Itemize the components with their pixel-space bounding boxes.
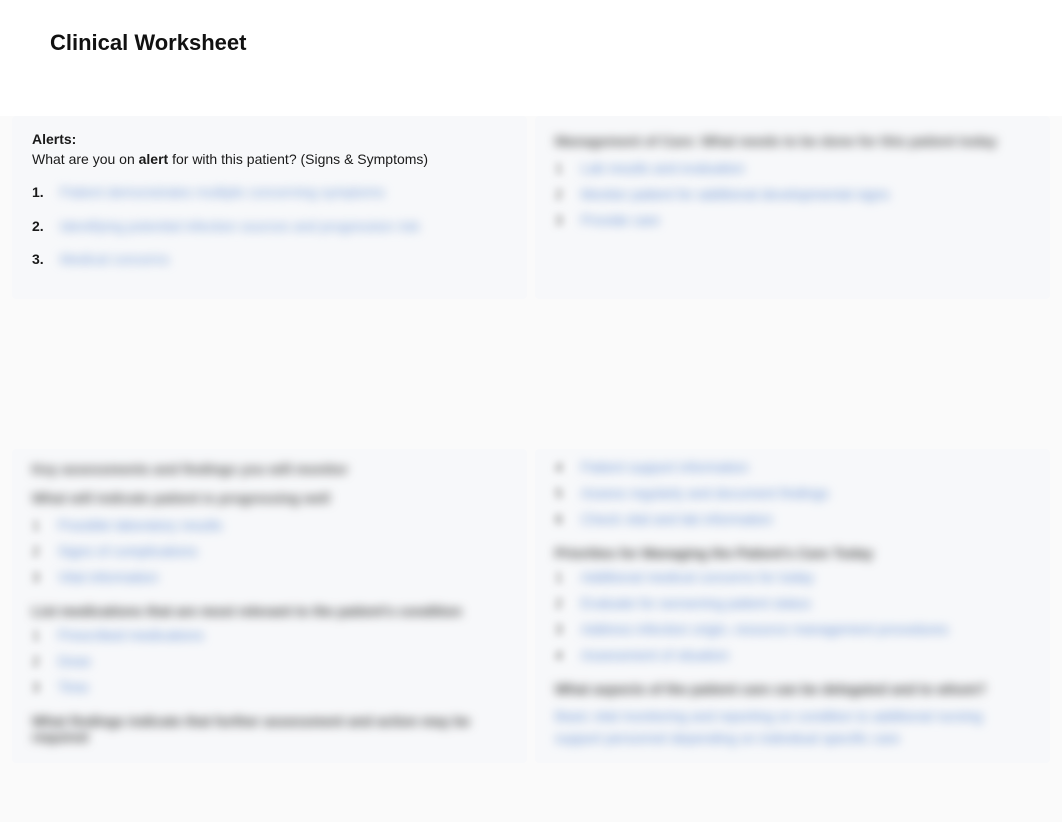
ll-heading3: What findings indicate that further asse… (32, 713, 507, 745)
ll-item2-2: 2 Dose (32, 653, 507, 669)
lower-left-column: Key assessments and findings you will mo… (12, 449, 527, 763)
mgmt-item-1: 1 Lab results and evaluation (555, 160, 1030, 176)
ll-item1-1: 1 Possible laboratory results (32, 517, 507, 533)
ll-item1-3: 3 Vital information (32, 569, 507, 585)
alert-num-1: 1. (32, 184, 50, 200)
lr-heading2: What aspects of the patient care can be … (555, 681, 1030, 697)
page-title: Clinical Worksheet (50, 30, 1012, 56)
lr-num1-2: 2 (555, 595, 569, 611)
ll-text2-3: Time (58, 679, 89, 695)
lr-text2: Basic vital monitoring and reporting on … (555, 705, 1030, 750)
lr-top-text-2: Assess regularly and document findings (581, 485, 828, 501)
alert-text-1: Patient demonstrates multiple concerning… (60, 183, 384, 203)
ll-text1-3: Vital information (58, 569, 158, 585)
mgmt-text-3: Provide care (581, 212, 660, 228)
ll-text1-2: Signs of complications (58, 543, 197, 559)
prompt-prefix: What are you on (32, 151, 135, 167)
lr-num1-3: 3 (555, 621, 569, 637)
alert-text-3: Medical concerns (60, 250, 169, 270)
lr-heading1: Priorities for Managing the Patient's Ca… (555, 545, 1030, 561)
alert-item-1: 1. Patient demonstrates multiple concern… (32, 183, 507, 203)
lr-item1-3: 3 Address infection origin, resource man… (555, 621, 1030, 637)
ll-text1-1: Possible laboratory results (58, 517, 222, 533)
ll-num1-3: 3 (32, 569, 46, 585)
ll-num2-3: 3 (32, 679, 46, 695)
ll-num1-2: 2 (32, 543, 46, 559)
prompt-bold: alert (139, 151, 169, 167)
ll-num1-1: 1 (32, 517, 46, 533)
alert-text-2: Identifying potential infection sources … (60, 217, 420, 237)
ll-item2-3: 3 Time (32, 679, 507, 695)
alert-num-2: 2. (32, 218, 50, 234)
alerts-prompt: What are you on alert for with this pati… (32, 151, 507, 167)
alert-item-2: 2. Identifying potential infection sourc… (32, 217, 507, 237)
management-column: Management of Care: What needs to be don… (535, 116, 1050, 299)
lr-top-2: 5 Assess regularly and document findings (555, 485, 1030, 501)
management-heading: Management of Care: What needs to be don… (555, 131, 1030, 152)
lower-content: Key assessments and findings you will mo… (0, 449, 1062, 763)
mgmt-item-3: 3 Provide care (555, 212, 1030, 228)
mgmt-text-2: Monitor patient for additional developme… (581, 186, 889, 202)
mgmt-num-3: 3 (555, 212, 569, 228)
mgmt-num-1: 1 (555, 160, 569, 176)
lr-top-3: 6 Check vital and lab information (555, 511, 1030, 527)
mgmt-item-2: 2 Monitor patient for additional develop… (555, 186, 1030, 202)
ll-item2-1: 1 Prescribed medications (32, 627, 507, 643)
lr-text1-3: Address infection origin, resource manag… (581, 621, 948, 637)
lr-text1-4: Assessment of situation (581, 647, 729, 663)
lr-num1-1: 1 (555, 569, 569, 585)
ll-item1-2: 2 Signs of complications (32, 543, 507, 559)
ll-subheading1: What will indicate patient is progressin… (32, 488, 507, 509)
ll-heading2: List medications that are most relevant … (32, 603, 507, 619)
lr-item1-2: 2 Evaluate for worsening patient status (555, 595, 1030, 611)
lr-num1-4: 4 (555, 647, 569, 663)
alerts-column: Alerts: What are you on alert for with t… (12, 116, 527, 299)
upper-content: Alerts: What are you on alert for with t… (0, 116, 1062, 299)
lower-right-column: 4 Patient support information 5 Assess r… (535, 449, 1050, 763)
ll-text2-1: Prescribed medications (58, 627, 204, 643)
lr-top-num-1: 4 (555, 459, 569, 475)
prompt-suffix: for with this patient? (Signs & Symptoms… (168, 151, 428, 167)
ll-num2-2: 2 (32, 653, 46, 669)
lr-text1-1: Additional medical concerns for today (581, 569, 814, 585)
lr-item1-4: 4 Assessment of situation (555, 647, 1030, 663)
alert-item-3: 3. Medical concerns (32, 250, 507, 270)
lr-top-text-1: Patient support information (581, 459, 748, 475)
lr-top-num-2: 5 (555, 485, 569, 501)
lr-top-text-3: Check vital and lab information (581, 511, 772, 527)
lr-text1-2: Evaluate for worsening patient status (581, 595, 811, 611)
ll-text2-2: Dose (58, 653, 91, 669)
lr-top-num-3: 6 (555, 511, 569, 527)
lr-top-1: 4 Patient support information (555, 459, 1030, 475)
page-header: Clinical Worksheet (0, 0, 1062, 116)
alerts-label: Alerts: (32, 131, 507, 147)
ll-num2-1: 1 (32, 627, 46, 643)
alert-num-3: 3. (32, 251, 50, 267)
ll-heading1: Key assessments and findings you will mo… (32, 459, 507, 480)
lr-item1-1: 1 Additional medical concerns for today (555, 569, 1030, 585)
mgmt-text-1: Lab results and evaluation (581, 160, 744, 176)
mgmt-num-2: 2 (555, 186, 569, 202)
